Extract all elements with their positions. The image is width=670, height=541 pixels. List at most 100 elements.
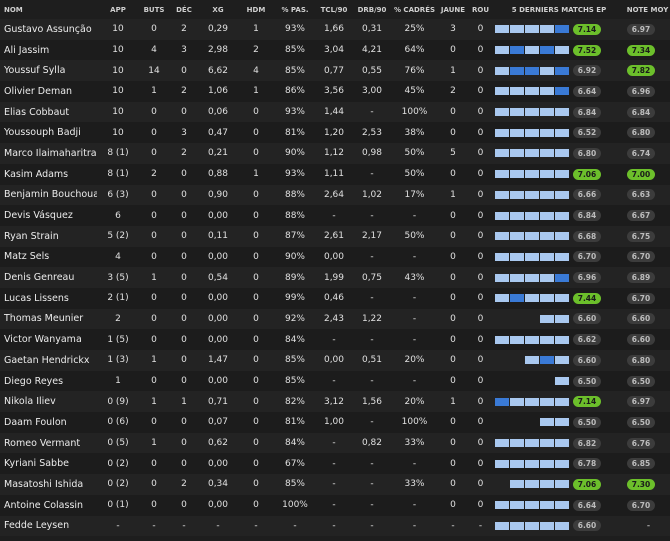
form-bar: [510, 170, 524, 179]
player-name[interactable]: Kyriani Sabbe: [0, 453, 97, 475]
form-bar: [540, 335, 554, 344]
player-name[interactable]: Youssuf Sylla: [0, 60, 97, 82]
form-bars: [495, 149, 569, 158]
form-bar: [555, 501, 569, 510]
table-row[interactable]: Victor Wanyama 1 (5) 0 0 0,00 0 84% - - -0 0 6.62 6.…: [0, 329, 670, 350]
form-bar: [510, 377, 524, 385]
player-name[interactable]: Romeo Vermant: [0, 432, 97, 454]
column-header-buts[interactable]: BUTS: [139, 0, 169, 19]
last-5-matches: 7.44: [493, 287, 625, 309]
player-name[interactable]: Lucas Lissens: [0, 287, 97, 309]
form-bar: [540, 232, 554, 241]
column-header-last5[interactable]: 5 DERNIERS MATCHS EP: [493, 0, 625, 19]
cell-hdm: 0: [237, 122, 275, 144]
player-name[interactable]: Victor Wanyama: [0, 329, 97, 350]
table-row[interactable]: Olivier Deman 10 1 2 1,06 1 86% 3,56 3,00 45% 2 0 6.…: [0, 81, 670, 102]
table-row[interactable]: Youssuf Sylla 10 14 0 6,62 4 85% 0,77 0,55 76% 1 0 6…: [0, 60, 670, 82]
table-row[interactable]: Marco Ilaimaharitra 8 (1) 0 2 0,21 0 90% 1,12 0,…: [0, 143, 670, 164]
player-name[interactable]: Matz Sels: [0, 246, 97, 268]
last-5-matches: 7.14: [493, 19, 625, 40]
player-name[interactable]: Fedde Leysen: [0, 515, 97, 537]
column-header-rou[interactable]: ROU: [468, 0, 493, 19]
player-name[interactable]: Thomas Meunier: [0, 308, 97, 330]
cell-pas: 85%: [275, 39, 315, 61]
table-row[interactable]: Antoine Colassin 0 (1) 0 0 0,00 0 100% - - -0 0 6.6…: [0, 494, 670, 516]
last-match-rating: 7.52: [573, 44, 601, 56]
player-name[interactable]: Benjamin Bouchouari: [0, 184, 97, 206]
player-name[interactable]: Youssouph Badji: [0, 122, 97, 144]
form-bar: [495, 66, 509, 75]
player-name[interactable]: Gustavo Assunção: [0, 19, 97, 40]
player-name[interactable]: Olivier Deman: [0, 81, 97, 102]
player-name[interactable]: Ali Jassim: [0, 39, 97, 61]
form-bars: [495, 397, 569, 406]
form-bar: [540, 294, 554, 303]
last-match-rating: 7.06: [573, 168, 601, 180]
column-header-hdm[interactable]: HDM: [237, 0, 275, 19]
cell-hdm: 0: [237, 370, 275, 392]
table-row[interactable]: Gaetan Hendrickx 1 (3) 1 0 1,47 0 85% 0,00 0,51 2…: [0, 350, 670, 371]
cell-hdm: 1: [237, 81, 275, 102]
column-header-app[interactable]: APP: [97, 0, 139, 19]
table-row[interactable]: Kasim Adams 8 (1) 2 0 0,88 1 93% 1,11-50% 0 0 7.06…: [0, 163, 670, 185]
table-row[interactable]: Denis Genreau 3 (5) 1 0 0,54 0 89% 1,99 0,75 43% 0…: [0, 267, 670, 288]
player-name[interactable]: Kasim Adams: [0, 163, 97, 185]
table-row[interactable]: Elias Cobbaut 10 0 0 0,06 0 93% 1,44-100% 0 0 6.84…: [0, 101, 670, 123]
cell-dec: 0: [169, 225, 199, 247]
player-name[interactable]: Daam Foulon: [0, 412, 97, 433]
player-name[interactable]: Devis Vásquez: [0, 205, 97, 226]
player-name[interactable]: Marco Ilaimaharitra: [0, 143, 97, 164]
average-rating-cell: 7.00: [625, 163, 670, 185]
last-match-rating: 7.14: [573, 23, 601, 35]
table-row[interactable]: Thomas Meunier 2 0 0 0,00 0 92% 2,43 1,22-0 0 6.60…: [0, 308, 670, 330]
cell-hdm: 0: [237, 432, 275, 454]
form-bar: [555, 128, 569, 137]
player-name[interactable]: Masatoshi Ishida: [0, 474, 97, 495]
cell-app: 1 (5): [97, 329, 139, 350]
player-name[interactable]: Gaetan Hendrickx: [0, 350, 97, 371]
column-header-tcl[interactable]: TCL/90: [315, 0, 353, 19]
column-header-jaune[interactable]: JAUNE: [438, 0, 468, 19]
player-name[interactable]: Denis Genreau: [0, 267, 97, 288]
table-row[interactable]: Gustavo Assunção 10 0 2 0,29 1 93% 1,66 0,31 25% 3…: [0, 19, 670, 40]
cell-tcl: 0,00: [315, 246, 353, 268]
column-header-xg[interactable]: XG: [199, 0, 237, 19]
last-5-matches: 6.50: [493, 370, 625, 392]
table-row[interactable]: Benjamin Bouchouari 6 (3) 0 0 0,90 0 88% 2,64 1,…: [0, 184, 670, 206]
column-header-pas[interactable]: % PAS.: [275, 0, 315, 19]
player-name[interactable]: Elias Cobbaut: [0, 101, 97, 123]
table-row[interactable]: Matz Sels 4 0 0 0,00 0 90% 0,00- -0 0 6.70 6.70: [0, 246, 670, 268]
cell-xg: 1,47: [199, 350, 237, 371]
column-header-name[interactable]: NOM: [0, 0, 97, 19]
cell-app: 0 (1): [97, 494, 139, 516]
column-header-drb[interactable]: DRB/90: [353, 0, 391, 19]
table-row[interactable]: Diego Reyes 1 0 0 0,00 0 85% - - -0 0 6.50 6.50: [0, 370, 670, 392]
column-header-cadres[interactable]: % CADRÉS: [391, 0, 438, 19]
table-row[interactable]: Daam Foulon 0 (6) 0 0 0,07 0 81% 1,00-100% 0 0 6.5…: [0, 412, 670, 433]
player-name[interactable]: Antoine Colassin: [0, 494, 97, 516]
table-row[interactable]: Youssouph Badji 10 0 3 0,47 0 81% 1,20 2,53 38% 0 0…: [0, 122, 670, 144]
table-row[interactable]: Romeo Vermant 0 (5) 1 0 0,62 0 84% -0,82 33% 0 0 6.…: [0, 432, 670, 454]
average-rating-cell: 7.34: [625, 39, 670, 61]
player-name[interactable]: Diego Reyes: [0, 370, 97, 392]
cell-xg: 0,54: [199, 267, 237, 288]
table-row[interactable]: Lucas Lissens 2 (1) 0 0 0,00 0 99% 0,46- -0 0 7.44…: [0, 287, 670, 309]
table-row[interactable]: Devis Vásquez 6 0 0 0,00 0 88% - - -0 0 6.84 6.67: [0, 205, 670, 226]
table-row[interactable]: Ali Jassim 10 4 3 2,98 2 85% 3,04 4,21 64% 0 0 7.52 7…: [0, 39, 670, 61]
table-row[interactable]: Masatoshi Ishida 0 (2) 0 2 0,34 0 85% - -33% 0 0 7.…: [0, 474, 670, 495]
column-header-dec[interactable]: DÉC: [169, 0, 199, 19]
column-header-avg[interactable]: NOTE MOY: [625, 0, 670, 19]
cell-tcl: -: [315, 453, 353, 475]
table-row[interactable]: Kyriani Sabbe 0 (2) 0 0 0,00 0 67% - - -0 0 6.78 6.8…: [0, 453, 670, 475]
form-bar: [525, 149, 539, 158]
cell-cadres: -: [391, 453, 438, 475]
player-name[interactable]: Nikola Iliev: [0, 391, 97, 413]
cell-cadres: -: [391, 205, 438, 226]
cell-pas: 82%: [275, 391, 315, 413]
table-row[interactable]: Nikola Iliev 0 (9) 1 1 0,71 0 82% 3,12 1,56 20% 1 0…: [0, 391, 670, 413]
cell-hdm: 0: [237, 205, 275, 226]
player-name[interactable]: Ryan Strain: [0, 225, 97, 247]
table-row[interactable]: Ryan Strain 5 (2) 0 0 0,11 0 87% 2,61 2,17 50% 0 0 6…: [0, 225, 670, 247]
table-row[interactable]: Fedde Leysen - - - - - - - - - - -6.60-: [0, 515, 670, 537]
cell-rou: 0: [468, 81, 493, 102]
